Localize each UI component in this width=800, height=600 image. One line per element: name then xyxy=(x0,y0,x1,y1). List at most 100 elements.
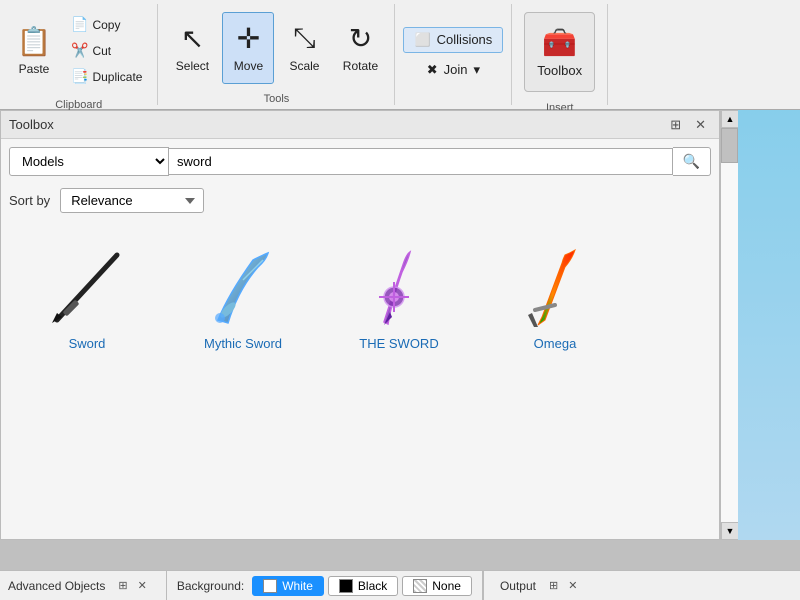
move-button[interactable]: ✛ Move xyxy=(222,12,274,84)
sword-svg xyxy=(42,245,132,330)
join-label: Join xyxy=(444,62,468,77)
move-icon: ✛ xyxy=(237,22,260,55)
search-row: Models Decals Meshes 🔍 xyxy=(1,139,719,184)
background-selector: Background: White Black None xyxy=(167,571,483,600)
sword-icon-container xyxy=(37,242,137,332)
copy-button[interactable]: 📄 Copy xyxy=(64,12,149,37)
paste-icon: 📋 xyxy=(17,25,52,58)
join-icon: ✖ xyxy=(427,62,438,78)
the-sword-svg xyxy=(354,242,444,332)
duplicate-button[interactable]: 📑 Duplicate xyxy=(64,64,149,89)
sort-select[interactable]: Relevance Most Visited Recently Updated … xyxy=(60,188,204,213)
omega-label: Omega xyxy=(534,336,577,351)
black-swatch xyxy=(339,579,353,593)
output-title: Output xyxy=(500,579,536,593)
sort-label: Sort by xyxy=(9,193,50,208)
none-swatch xyxy=(413,579,427,593)
scale-label: Scale xyxy=(289,59,319,73)
duplicate-icon: 📑 xyxy=(71,68,88,85)
item-sword[interactable]: Sword xyxy=(17,233,157,360)
advanced-objects-title: Advanced Objects xyxy=(8,579,105,593)
background-label: Background: xyxy=(177,579,244,593)
collisions-label: Collisions xyxy=(437,32,493,47)
scale-icon: ⤡ xyxy=(293,22,315,55)
scroll-up-button[interactable]: ▲ xyxy=(721,110,739,128)
black-background-button[interactable]: Black xyxy=(328,576,398,596)
mythic-sword-svg xyxy=(198,245,288,330)
sword-label: Sword xyxy=(69,336,106,351)
insert-buttons: 🧰 Toolbox xyxy=(520,4,599,100)
mythic-sword-icon-container xyxy=(193,242,293,332)
scroll-thumb[interactable] xyxy=(721,128,738,163)
toolbox-titlebar: Toolbox ⊞ ✕ xyxy=(1,111,719,139)
white-background-button[interactable]: White xyxy=(252,576,324,596)
sky-area xyxy=(738,110,800,540)
clipboard-small-btns: 📄 Copy ✂️ Cut 📑 Duplicate xyxy=(64,8,149,93)
white-swatch xyxy=(263,579,277,593)
none-background-button[interactable]: None xyxy=(402,576,472,596)
main-content: Toolbox ⊞ ✕ Models Decals Meshes 🔍 Sort … xyxy=(0,110,800,540)
toolbar: 📋 Paste 📄 Copy ✂️ Cut 📑 Duplicate Clipbo… xyxy=(0,0,800,110)
advanced-objects-close-btn[interactable]: ✕ xyxy=(135,578,150,593)
rotate-button[interactable]: ↻ Rotate xyxy=(334,12,386,84)
tools-buttons: ↖ Select ✛ Move ⤡ Scale ↻ Rotate xyxy=(166,4,386,91)
toolbox-title: Toolbox xyxy=(9,117,54,132)
mythic-sword-label: Mythic Sword xyxy=(204,336,282,351)
toolbox-button[interactable]: 🧰 Toolbox xyxy=(524,12,595,92)
advanced-objects-pin-btn[interactable]: ⊞ xyxy=(115,578,130,593)
insert-group: 🧰 Toolbox Insert xyxy=(512,4,608,105)
scale-button[interactable]: ⤡ Scale xyxy=(278,12,330,84)
the-sword-icon-container xyxy=(349,242,449,332)
output-section: Output ⊞ ✕ xyxy=(483,571,580,600)
clipboard-group: 📋 Paste 📄 Copy ✂️ Cut 📑 Duplicate Clipbo… xyxy=(0,4,158,105)
select-icon: ↖ xyxy=(181,22,204,55)
vertical-scrollbar[interactable]: ▲ ▼ xyxy=(720,110,738,540)
output-close-btn[interactable]: ✕ xyxy=(565,578,580,593)
omega-icon-container xyxy=(505,242,605,332)
toolbox-icon: 🧰 xyxy=(542,26,577,59)
item-the-sword[interactable]: THE SWORD xyxy=(329,233,469,360)
scroll-down-button[interactable]: ▼ xyxy=(721,522,739,540)
white-label: White xyxy=(282,579,313,593)
black-label: Black xyxy=(358,579,387,593)
omega-svg xyxy=(510,245,600,330)
search-input[interactable] xyxy=(169,148,673,175)
output-controls: ⊞ ✕ xyxy=(546,578,580,593)
move-label: Move xyxy=(234,59,263,73)
titlebar-controls: ⊞ ✕ xyxy=(665,115,711,135)
collisions-group: ⬜ Collisions ✖ Join ▾ xyxy=(395,4,512,105)
items-grid: Sword xyxy=(1,225,719,368)
select-label: Select xyxy=(176,59,209,73)
close-button[interactable]: ✕ xyxy=(690,115,711,135)
paste-label: Paste xyxy=(19,62,50,76)
collisions-button[interactable]: ⬜ Collisions xyxy=(403,27,503,53)
scroll-track xyxy=(721,128,738,522)
join-dropdown-icon: ▾ xyxy=(474,62,481,78)
clipboard-buttons: 📋 Paste 📄 Copy ✂️ Cut 📑 Duplicate xyxy=(8,4,149,97)
bottom-bar: Advanced Objects ⊞ ✕ Background: White B… xyxy=(0,570,800,600)
none-label: None xyxy=(432,579,461,593)
select-button[interactable]: ↖ Select xyxy=(166,12,218,84)
sort-row: Sort by Relevance Most Visited Recently … xyxy=(1,184,719,225)
the-sword-label: THE SWORD xyxy=(359,336,438,351)
rotate-label: Rotate xyxy=(343,59,378,73)
cut-button[interactable]: ✂️ Cut xyxy=(64,38,149,63)
collisions-icon: ⬜ xyxy=(414,32,430,48)
item-omega[interactable]: Omega xyxy=(485,233,625,360)
category-select[interactable]: Models Decals Meshes xyxy=(9,147,169,176)
cut-icon: ✂️ xyxy=(71,42,88,59)
item-mythic-sword[interactable]: Mythic Sword xyxy=(173,233,313,360)
toolbox-panel: Toolbox ⊞ ✕ Models Decals Meshes 🔍 Sort … xyxy=(0,110,720,540)
pin-button[interactable]: ⊞ xyxy=(665,115,686,135)
join-button[interactable]: ✖ Join ▾ xyxy=(416,57,491,83)
tools-group: ↖ Select ✛ Move ⤡ Scale ↻ Rotate Tools xyxy=(158,4,395,105)
copy-label: Copy xyxy=(92,18,120,32)
clipboard-group-label: Clipboard xyxy=(55,97,102,111)
search-button[interactable]: 🔍 xyxy=(673,147,711,176)
output-pin-btn[interactable]: ⊞ xyxy=(546,578,561,593)
bottom-bar-left: Advanced Objects ⊞ ✕ xyxy=(8,571,167,600)
tools-group-label: Tools xyxy=(264,91,290,105)
paste-button[interactable]: 📋 Paste xyxy=(8,15,60,87)
toolbox-label: Toolbox xyxy=(537,63,582,78)
copy-icon: 📄 xyxy=(71,16,88,33)
